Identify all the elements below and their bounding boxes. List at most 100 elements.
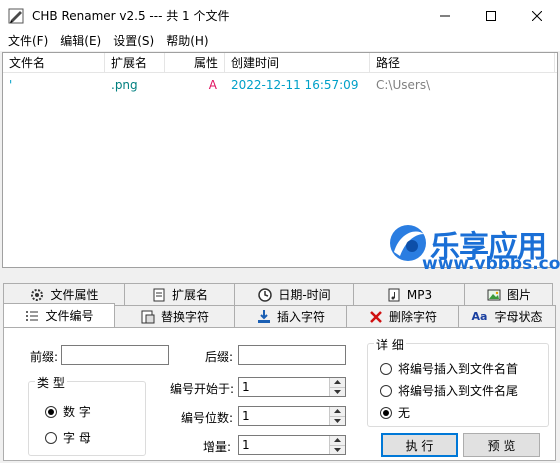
radio-label: 无 xyxy=(398,406,411,420)
column-header-path[interactable]: 路径 xyxy=(370,53,555,73)
stepper-down-button[interactable] xyxy=(330,387,345,396)
tab-label: 删除字符 xyxy=(388,310,437,324)
gear-icon xyxy=(31,288,44,301)
insert-icon xyxy=(257,309,270,323)
tab-mp3[interactable]: MP3 xyxy=(353,283,465,305)
tab-row-2: 文件编号 替换字符 插入字符 删除字符 Aa 字母状态 xyxy=(3,303,556,327)
tab-file-numbering[interactable]: 文件编号 xyxy=(3,303,115,327)
digits-stepper[interactable]: 1 xyxy=(238,406,346,426)
type-letter-radio[interactable]: 字 母 xyxy=(45,429,91,446)
type-number-radio[interactable]: 数 字 xyxy=(45,403,91,420)
tab-image[interactable]: 图片 xyxy=(464,283,553,305)
document-icon xyxy=(153,288,165,301)
no-numbering-radio[interactable]: 无 xyxy=(380,404,410,421)
stepper-buttons xyxy=(329,378,345,396)
suffix-label: 后缀: xyxy=(205,350,234,364)
execute-button[interactable]: 执 行 xyxy=(381,433,458,457)
music-file-icon xyxy=(388,288,400,301)
increment-label: 增量: xyxy=(203,440,232,454)
radio-label: 将编号插入到文件名首 xyxy=(398,362,519,376)
radio-label: 数 字 xyxy=(63,405,91,419)
tab-label: 替换字符 xyxy=(160,310,209,324)
tab-control: 文件属性 扩展名 日期-时间 MP3 图片 文件编号 替换字符 插入字符 删除字… xyxy=(0,269,560,463)
menu-file[interactable]: 文件(F) xyxy=(2,31,54,51)
arrow-down-icon xyxy=(334,447,341,452)
start-number-stepper[interactable]: 1 xyxy=(238,377,346,397)
insert-at-end-radio[interactable]: 将编号插入到文件名尾 xyxy=(380,382,518,399)
tab-date-time[interactable]: 日期-时间 xyxy=(234,283,354,305)
close-button[interactable] xyxy=(514,0,560,31)
cell-path: C:\Users\ xyxy=(376,78,431,92)
cell-extension: .png xyxy=(111,78,138,92)
radio-unselected-icon xyxy=(380,362,392,375)
radio-unselected-icon xyxy=(45,431,57,444)
tab-extension[interactable]: 扩展名 xyxy=(124,283,235,305)
window-title: CHB Renamer v2.5 --- 共 1 个文件 xyxy=(32,9,230,23)
column-header-extension[interactable]: 扩展名 xyxy=(105,53,165,73)
minimize-button[interactable] xyxy=(422,0,468,31)
replace-icon xyxy=(141,310,155,323)
list-icon xyxy=(26,310,39,321)
tab-replace-characters[interactable]: 替换字符 xyxy=(114,305,235,327)
digits-value: 1 xyxy=(242,409,250,423)
list-header: 文件名 扩展名 属性 创建时间 路径 xyxy=(3,53,557,73)
stepper-up-button[interactable] xyxy=(330,378,345,388)
increment-stepper[interactable]: 1 xyxy=(238,435,346,455)
tab-delete-characters[interactable]: 删除字符 xyxy=(346,305,459,327)
tab-label: 文件编号 xyxy=(45,309,94,323)
tab-file-attributes[interactable]: 文件属性 xyxy=(3,283,125,305)
stepper-up-button[interactable] xyxy=(330,436,345,446)
tab-label: 插入字符 xyxy=(276,310,325,324)
table-row[interactable]: ' .png A 2022-12-11 16:57:09 C:\Users\ xyxy=(3,76,557,94)
column-header-created[interactable]: 创建时间 xyxy=(225,53,370,73)
maximize-button[interactable] xyxy=(468,0,514,31)
stepper-down-button[interactable] xyxy=(330,416,345,425)
tab-label: 扩展名 xyxy=(171,288,208,302)
tab-label: 字母状态 xyxy=(494,310,543,324)
radio-selected-icon xyxy=(380,406,392,419)
detail-group-title: 详 细 xyxy=(374,336,406,353)
tab-label: 图片 xyxy=(506,288,531,302)
watermark: 乐享应用 www.vbbbs.com xyxy=(386,222,560,274)
cell-attribute: A xyxy=(208,78,217,92)
radio-selected-icon xyxy=(45,405,57,418)
cell-created: 2022-12-11 16:57:09 xyxy=(231,78,359,92)
column-header-name[interactable]: 文件名 xyxy=(3,53,105,73)
detail-groupbox: 详 细 将编号插入到文件名首 将编号插入到文件名尾 无 xyxy=(367,336,549,427)
stepper-up-button[interactable] xyxy=(330,407,345,417)
menu-help[interactable]: 帮助(H) xyxy=(160,31,214,51)
prefix-label: 前缀: xyxy=(30,350,59,364)
minimize-icon xyxy=(440,15,450,16)
prefix-input[interactable] xyxy=(61,345,169,365)
stepper-buttons xyxy=(329,436,345,454)
tab-label: 日期-时间 xyxy=(278,288,331,302)
title-bar: CHB Renamer v2.5 --- 共 1 个文件 xyxy=(0,0,560,31)
start-number-value: 1 xyxy=(242,380,250,394)
app-icon xyxy=(8,8,24,23)
start-number-label: 编号开始于: xyxy=(170,382,235,396)
menu-bar: 文件(F) 编辑(E) 设置(S) 帮助(H) xyxy=(0,31,560,51)
tab-insert-characters[interactable]: 插入字符 xyxy=(234,305,347,327)
clock-icon xyxy=(258,287,273,302)
maximize-icon xyxy=(486,10,496,21)
arrow-up-icon xyxy=(334,409,341,414)
suffix-input[interactable] xyxy=(238,345,346,365)
preview-button[interactable]: 预 览 xyxy=(463,433,540,457)
tab-letter-case[interactable]: Aa 字母状态 xyxy=(458,305,556,327)
stepper-down-button[interactable] xyxy=(330,445,345,454)
image-icon xyxy=(487,289,501,300)
arrow-down-icon xyxy=(334,389,341,394)
type-group-title: 类 型 xyxy=(35,374,67,391)
tab-row-1: 文件属性 扩展名 日期-时间 MP3 图片 xyxy=(3,283,553,305)
arrow-up-icon xyxy=(334,438,341,443)
column-header-attribute[interactable]: 属性 xyxy=(165,53,225,73)
menu-settings[interactable]: 设置(S) xyxy=(107,31,160,51)
menu-edit[interactable]: 编辑(E) xyxy=(54,31,107,51)
letter-case-icon: Aa xyxy=(471,309,488,323)
numbering-panel: 前缀: 后缀: 类 型 数 字 字 母 编号开始于: 1 编号位数: 1 增量:… xyxy=(3,327,556,461)
insert-at-start-radio[interactable]: 将编号插入到文件名首 xyxy=(380,360,518,377)
arrow-down-icon xyxy=(334,418,341,423)
radio-label: 字 母 xyxy=(63,431,91,445)
cell-name: ' xyxy=(9,78,13,92)
radio-unselected-icon xyxy=(380,384,392,397)
